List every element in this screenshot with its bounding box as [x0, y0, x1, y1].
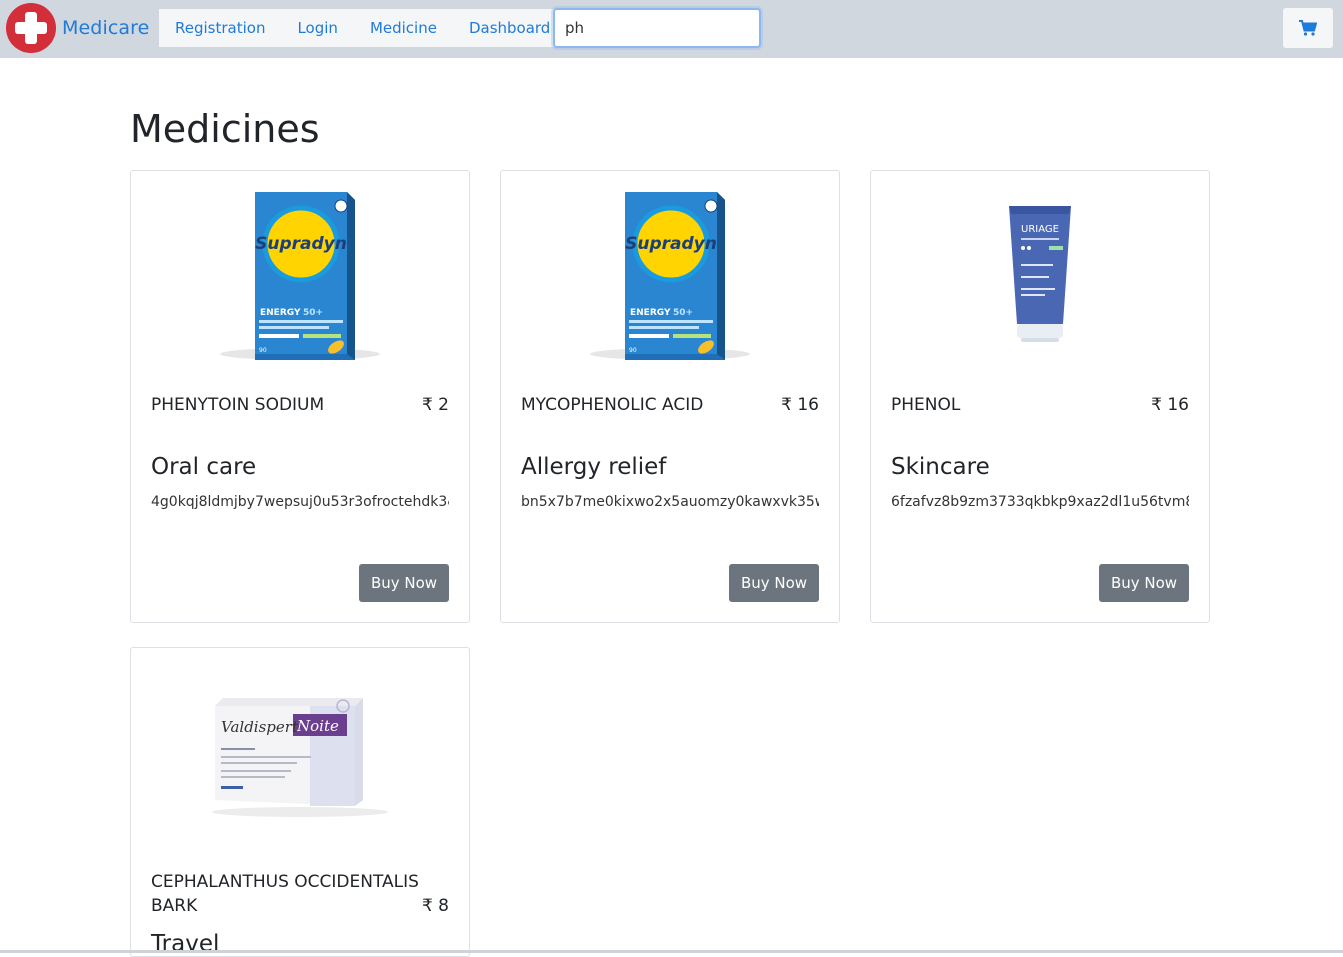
brand-link[interactable]: Medicare	[6, 3, 149, 53]
product-description: 4g0kqj8ldmjby7wepsuj0u53r3ofroctehdk3&	[151, 494, 449, 510]
product-image-valdispert: Valdispert Noite	[131, 658, 469, 848]
svg-text:50+: 50+	[303, 308, 323, 318]
buy-now-button[interactable]: Buy Now	[359, 564, 449, 602]
product-name: CEPHALANTHUS OCCIDENTALIS BARK	[151, 872, 419, 916]
product-price: ₹ 16	[1151, 395, 1189, 415]
cart-button[interactable]	[1283, 8, 1333, 48]
product-name: MYCOPHENOLIC ACID	[521, 395, 704, 415]
product-image-supradyn: Supradyn ENERGY 50+ 90	[131, 181, 469, 371]
nav-link-dashboard[interactable]: Dashboard	[453, 19, 566, 37]
nav-link-login[interactable]: Login	[281, 19, 353, 37]
product-category: Skincare	[891, 454, 990, 480]
product-name: PHENYTOIN SODIUM	[151, 395, 325, 415]
product-card: URIAGE PHENOL ₹ 16 Skincare 6fzafvz8b9zm…	[870, 170, 1210, 623]
svg-text:URIAGE: URIAGE	[1021, 224, 1059, 235]
buy-now-button[interactable]: Buy Now	[729, 564, 819, 602]
product-price: ₹ 2	[421, 395, 449, 415]
svg-text:90: 90	[629, 347, 637, 354]
product-name: PHENOL	[891, 395, 961, 415]
svg-text:Supradyn: Supradyn	[255, 234, 347, 254]
nav-link-registration[interactable]: Registration	[159, 19, 281, 37]
top-navbar: Medicare Registration Login Medicine Das…	[0, 0, 1343, 58]
product-card: Valdispert Noite CEPHALANTHUS OCCIDENTAL…	[130, 647, 470, 957]
product-price: ₹ 16	[781, 395, 819, 415]
product-description: 6fzafvz8b9zm3733qkbkp9xaz2dl1u56tvm8	[891, 494, 1189, 510]
svg-text:90: 90	[259, 347, 267, 354]
search-input[interactable]	[553, 8, 761, 48]
product-category: Oral care	[151, 454, 257, 480]
product-image-uriage: URIAGE	[871, 181, 1209, 371]
nav-link-medicine[interactable]: Medicine	[354, 19, 453, 37]
product-card: Supradyn ENERGY 50+ 90 PHENYTOIN SODIUM …	[130, 170, 470, 623]
product-price: ₹ 8	[421, 896, 449, 916]
shopping-cart-icon	[1299, 20, 1317, 36]
medical-cross-logo-icon	[6, 3, 56, 53]
product-category: Allergy relief	[521, 454, 667, 480]
product-description: bn5x7b7me0kixwo2x5auomzy0kawxvk35w	[521, 494, 819, 510]
svg-text:50+: 50+	[673, 308, 693, 318]
svg-text:ENERGY: ENERGY	[260, 308, 301, 318]
brand-name: Medicare	[62, 17, 150, 39]
page-title: Medicines	[130, 107, 320, 151]
product-card: Supradyn ENERGY 50+ 90 MYCOPHENOLIC ACID…	[500, 170, 840, 623]
svg-text:Supradyn: Supradyn	[625, 234, 717, 254]
product-image-supradyn: Supradyn ENERGY 50+ 90	[501, 181, 839, 371]
nav-links: Registration Login Medicine Dashboard	[159, 9, 573, 47]
svg-text:Noite: Noite	[296, 717, 339, 735]
product-category: Travel	[151, 931, 220, 957]
buy-now-button[interactable]: Buy Now	[1099, 564, 1189, 602]
svg-text:ENERGY: ENERGY	[630, 308, 671, 318]
svg-text:Valdispert: Valdispert	[221, 718, 299, 736]
